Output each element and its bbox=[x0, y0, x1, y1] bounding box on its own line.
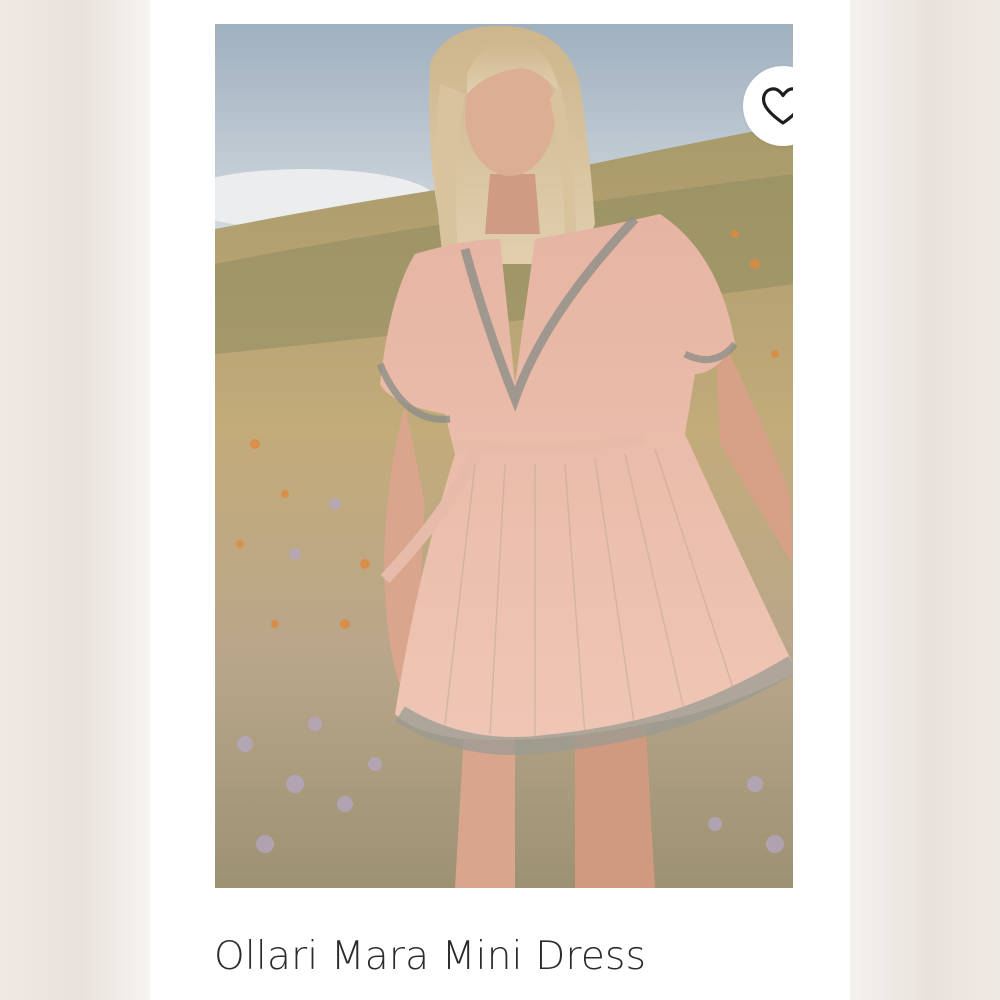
product-photo[interactable] bbox=[215, 24, 793, 888]
heart-outline-icon bbox=[761, 87, 793, 125]
product-card[interactable]: Ollari Mara Mini Dress bbox=[150, 18, 850, 1000]
product-photo-illustration bbox=[215, 24, 793, 888]
product-title[interactable]: Ollari Mara Mini Dress bbox=[214, 934, 646, 979]
